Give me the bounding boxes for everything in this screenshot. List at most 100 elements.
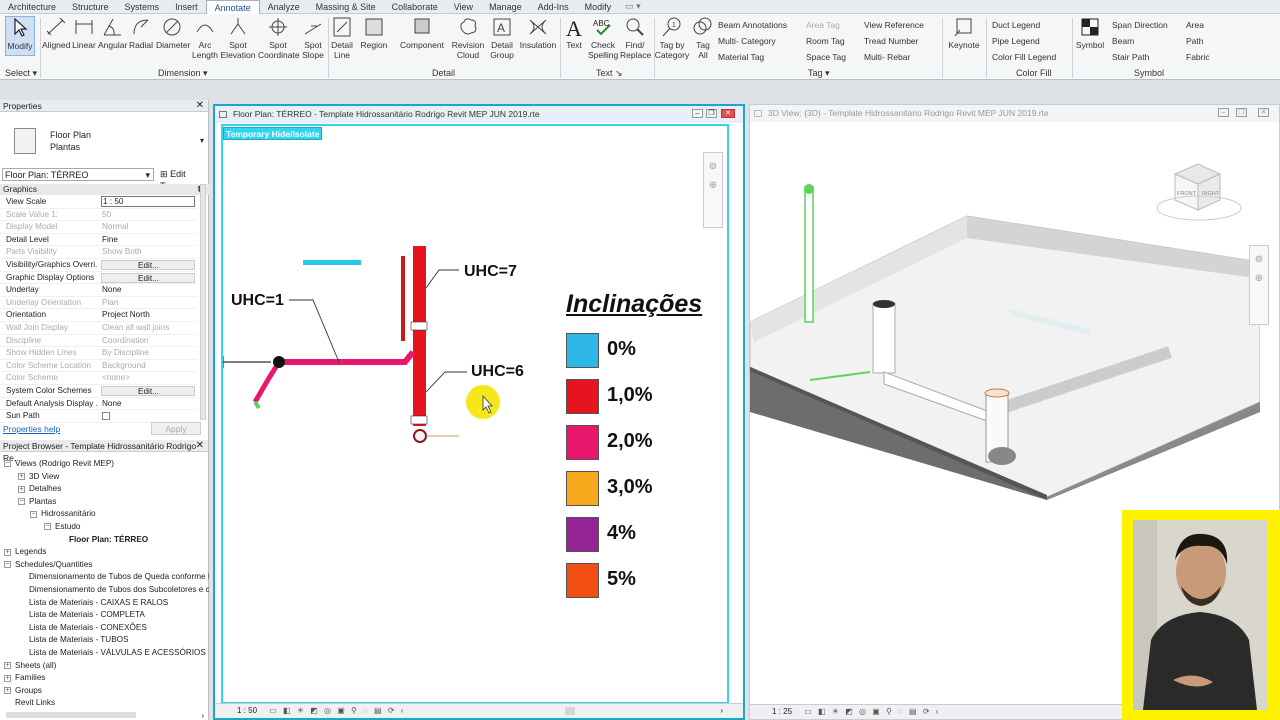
spot-coordinate-button[interactable]: Spot Coordinate [258,16,300,60]
expand-icon[interactable]: + [4,661,11,669]
tag-group-label[interactable]: Tag ▾ [808,68,830,79]
duct-legend-button[interactable]: Duct Legend [992,17,1056,33]
restore-icon[interactable]: ❐ [706,109,717,118]
color-fill-group-label[interactable]: Color Fill [1016,68,1052,78]
steering-wheel-icon[interactable]: ⊚ [704,161,722,172]
instance-selector[interactable]: Floor Plan: TÉRREO ▾ [2,168,154,181]
tag-by-category-button[interactable]: 1 Tag by Category [654,16,690,60]
edit-button[interactable]: Edit... [101,272,195,283]
property-row[interactable]: Color Scheme <none> [0,372,197,385]
ribbon-panel-toggle[interactable]: ▭ ▾ [619,1,647,12]
property-value[interactable]: None [101,398,195,411]
browser-tree-item[interactable]: Lista de Materiais - VÁLVULAS E ACESSÓRI… [18,647,206,658]
property-row[interactable]: Default Analysis Display ... None [0,398,197,411]
browser-tree-item[interactable]: Lista de Materiais - TUBOS [18,634,129,645]
property-value[interactable]: Normal [101,221,195,234]
viewcube-right[interactable]: RIGHT [1202,191,1219,197]
minimize-icon[interactable]: – [692,109,703,118]
symbol-group-label[interactable]: Symbol [1134,68,1164,78]
property-row[interactable]: View Scale 1 : 50 [0,196,197,209]
property-value[interactable]: 1 : 50 [101,196,195,207]
type-selector[interactable]: Floor Plan Plantas ▾ [0,122,209,166]
close-icon[interactable]: ✕ [1258,108,1269,117]
expand-icon[interactable]: + [4,687,11,695]
aligned-dimension-button[interactable]: Aligned [42,16,70,50]
collapse-icon[interactable]: − [4,561,11,569]
property-row[interactable]: Graphic Display Options Edit... [0,272,197,285]
property-value[interactable]: Plan [101,297,195,310]
property-value[interactable]: Project North [101,309,195,322]
view-reference-button[interactable]: View Reference [864,17,924,33]
floor-plan-view[interactable]: Floor Plan: TÉRREO - Template Hidrossani… [213,104,745,720]
tab-add-ins[interactable]: Add-Ins [530,0,577,14]
detail-group-button[interactable]: A Detail Group [488,16,516,60]
find-replace-button[interactable]: Find/ Replace [620,16,651,60]
browser-tree-item[interactable]: Revit Links [4,697,55,706]
uhc-label-1[interactable]: UHC=1 [231,292,284,310]
pipe-legend-button[interactable]: Pipe Legend [992,33,1056,49]
angular-dimension-button[interactable]: Angular [98,16,127,50]
chevron-right-icon[interactable]: › [201,711,204,720]
navigation-bar[interactable]: ⊚ ⊕ [703,152,723,228]
detail-group-label[interactable]: Detail [432,68,455,78]
edit-button[interactable]: Edit... [101,386,195,396]
browser-tree-item[interactable]: Lista de Materiais - CAIXAS E RALOS [18,597,168,608]
restore-icon[interactable]: ❐ [1236,108,1247,117]
property-row[interactable]: Underlay None [0,284,197,297]
3d-navigation-bar[interactable]: ⊚ ⊕ [1249,245,1269,325]
browser-tree-item[interactable]: + Sheets (all) [4,660,56,671]
stair-path-button[interactable]: Stair Path [1112,49,1168,65]
uhc-label-6[interactable]: UHC=6 [471,363,524,381]
property-row[interactable]: Sun Path [0,410,197,423]
expand-icon[interactable]: + [18,485,25,493]
tab-modify[interactable]: Modify [577,0,620,14]
property-row[interactable]: Parts Visibility Show Both [0,246,197,259]
tab-collaborate[interactable]: Collaborate [384,0,446,14]
text-group-label[interactable]: Text ↘ [596,68,623,79]
check-spelling-button[interactable]: ABC Check Spelling [588,16,618,60]
tab-massing-site[interactable]: Massing & Site [308,0,384,14]
browser-tree-item[interactable]: + Families [4,672,45,683]
property-value[interactable]: Clean all wall joins [101,322,195,335]
expand-icon[interactable]: + [4,548,11,556]
collapse-icon[interactable]: − [18,498,25,506]
component-button[interactable]: Component [398,16,446,50]
modify-button[interactable]: Modify [5,16,35,56]
space-tag-button[interactable]: Space Tag [806,49,846,65]
property-row[interactable]: System Color Schemes Edit... [0,385,197,398]
property-row[interactable]: Discipline Coordination [0,335,197,348]
steering-wheel-icon[interactable]: ⊚ [1250,254,1268,265]
tag-all-button[interactable]: Tag All [692,16,714,60]
multi-rebar-button[interactable]: Multi- Rebar [864,49,924,65]
fabric-symbol-button[interactable]: Fabric [1186,49,1210,65]
beam-symbol-button[interactable]: Beam [1112,33,1168,49]
close-icon[interactable]: ✕ [196,100,204,112]
browser-tree-item[interactable]: Dimensionamento de Tubos dos Subcoletore… [18,584,209,595]
browser-tree-item[interactable]: Floor Plan: TÉRREO [58,534,148,545]
diameter-dimension-button[interactable]: Diameter [156,16,190,50]
keynote-button[interactable]: Keynote [944,16,984,50]
browser-tree-item[interactable]: − Estudo [44,521,81,532]
collapse-icon[interactable]: − [4,460,11,468]
revision-cloud-button[interactable]: Revision Cloud [450,16,486,60]
properties-scrollbar[interactable] [200,184,206,420]
browser-tree-item[interactable]: + Groups [4,685,42,696]
tab-systems[interactable]: Systems [117,0,168,14]
property-value[interactable]: Show Both [101,246,195,259]
zoom-icon[interactable]: ⊕ [1250,273,1268,284]
color-fill-legend-button[interactable]: Color Fill Legend [992,49,1056,65]
close-icon[interactable]: ✕ [196,440,204,452]
property-row[interactable]: Wall Join Display Clean all wall joins [0,322,197,335]
collapse-icon[interactable]: − [30,510,37,518]
span-direction-button[interactable]: Span Direction [1112,17,1168,33]
expand-icon[interactable]: + [4,674,11,682]
radial-dimension-button[interactable]: Radial [128,16,154,50]
chevron-down-icon[interactable]: ▾ [200,136,204,145]
property-row[interactable]: Underlay Orientation Plan [0,297,197,310]
browser-tree-item[interactable]: +3D View [18,471,59,482]
path-symbol-button[interactable]: Path [1186,33,1210,49]
uhc-label-7[interactable]: UHC=7 [464,263,517,281]
graphics-group-header[interactable]: Graphics⇞ [0,184,209,195]
arc-length-button[interactable]: Arc Length [190,16,220,60]
multi-category-button[interactable]: Multi- Category [718,33,787,49]
